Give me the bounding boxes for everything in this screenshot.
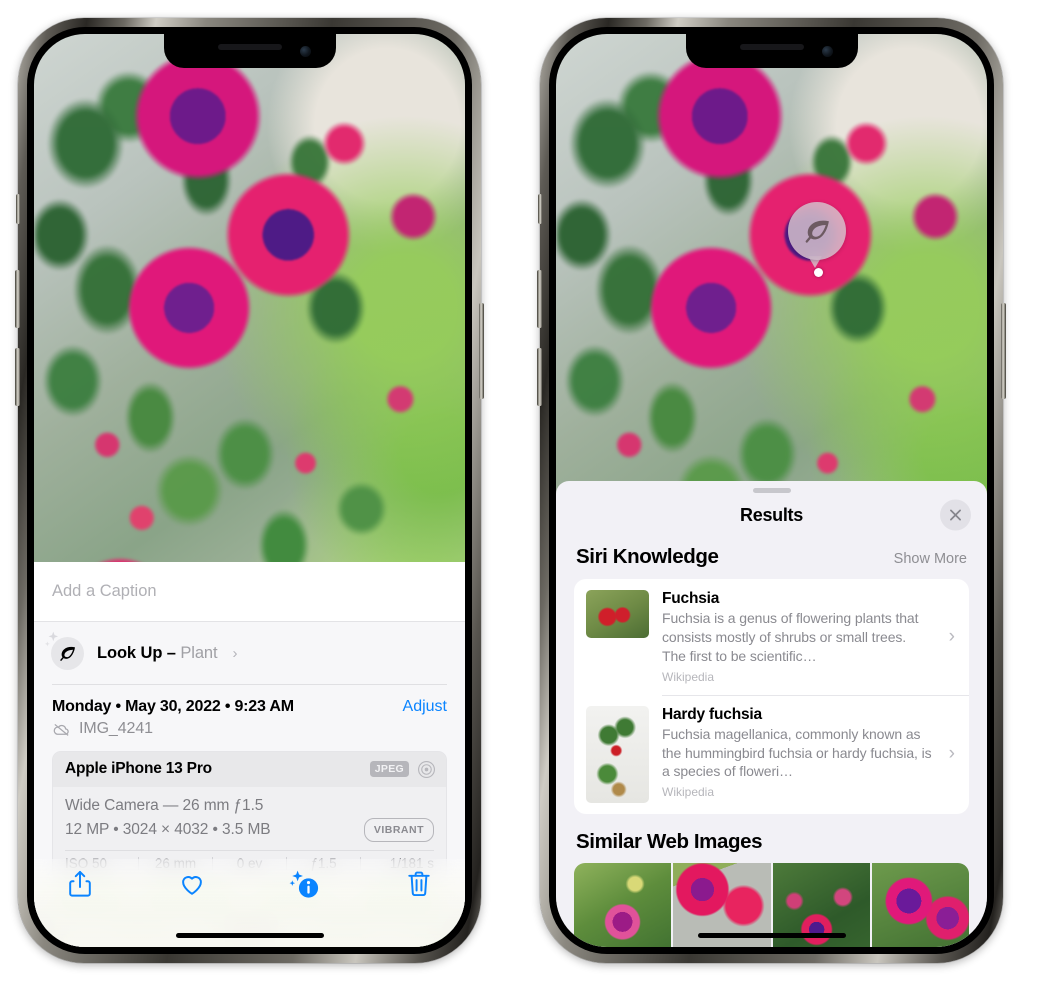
lens-line: Wide Camera — 26 mm ƒ1.5 [65,796,264,814]
caption-input-row[interactable]: Add a Caption [34,561,465,622]
look-up-label: Look Up – Plant [97,643,218,663]
target-icon [418,760,435,778]
toolbar-icons [34,859,465,900]
look-up-prefix: Look Up – [97,643,181,662]
format-badge: JPEG [369,761,409,778]
device-name: Apple iPhone 13 Pro [65,760,212,778]
chevron-right-icon: › [948,625,955,647]
date-row: Monday • May 30, 2022 • 9:23 AM Adjust [34,685,465,717]
knowledge-description: Fuchsia is a genus of flowering plants t… [662,610,919,664]
trash-icon[interactable] [405,869,433,899]
visual-lookup-anchor-dot [814,268,823,277]
screenshot-stage: Add a Caption Look Up – Plant › Monday •… [0,0,1055,985]
iphone-device-right: Results Siri Knowledge Show More Fuchsia… [537,18,1006,963]
filename-row: IMG_4241 [34,717,465,751]
front-camera-icon [299,46,311,57]
knowledge-body: Fuchsia Fuchsia is a genus of flowering … [662,590,932,684]
device-bezel-left: Add a Caption Look Up – Plant › Monday •… [27,27,472,954]
iphone-device-left: Add a Caption Look Up – Plant › Monday •… [15,18,484,963]
exif-header: Apple iPhone 13 Pro JPEG [53,751,446,787]
info-sparkle-glyph [289,870,319,898]
siri-knowledge-card: Fuchsia Fuchsia is a genus of flowering … [574,579,969,814]
similar-web-images-title: Similar Web Images [576,829,763,853]
device-bezel-right: Results Siri Knowledge Show More Fuchsia… [549,27,994,954]
chevron-right-icon: › [948,743,955,765]
icloud-slash-icon [53,723,69,736]
earpiece-speaker [217,44,282,50]
knowledge-source: Wikipedia [662,669,715,684]
exif-middle: Wide Camera — 26 mm ƒ1.5 12 MP • 3024 × … [53,787,446,851]
earpiece-speaker [739,44,804,50]
volume-down-button[interactable] [15,348,20,406]
knowledge-item-hardy-fuchsia[interactable]: Hardy fuchsia Fuchsia magellanica, commo… [574,694,969,814]
knowledge-description: Fuchsia magellanica, commonly known as t… [662,725,932,780]
side-power-button[interactable] [1001,303,1006,399]
knowledge-title: Fuchsia [662,590,720,607]
share-icon[interactable] [66,869,94,899]
web-image-thumbnail[interactable] [871,862,969,947]
siri-knowledge-header: Siri Knowledge Show More [556,537,987,579]
knowledge-title: Hardy fuchsia [662,705,762,723]
knowledge-source: Wikipedia [662,785,715,800]
screen-left: Add a Caption Look Up – Plant › Monday •… [34,34,465,947]
notch-right [685,34,858,68]
style-badge: VIBRANT [363,818,434,842]
visual-lookup-badge[interactable] [788,202,846,260]
results-title: Results [740,504,803,525]
volume-up-button[interactable] [15,270,20,328]
look-up-subject: Plant [180,643,218,662]
results-sheet: Results Siri Knowledge Show More Fuchsia… [556,481,987,947]
screen-right: Results Siri Knowledge Show More Fuchsia… [556,34,987,947]
close-button[interactable] [940,499,971,531]
chevron-right-icon: › [232,644,238,662]
volume-down-button[interactable] [537,348,542,406]
size-line-row: 12 MP • 3024 × 4032 • 3.5 MB VIBRANT [65,818,434,842]
close-icon [950,509,961,521]
siri-knowledge-title: Siri Knowledge [576,545,719,568]
info-sparkle-icon[interactable] [289,868,321,900]
silence-switch[interactable] [16,194,20,224]
exif-header-right: JPEG [369,760,436,779]
caption-input[interactable]: Add a Caption [52,582,157,601]
side-power-button[interactable] [479,303,484,399]
heart-icon[interactable] [178,869,206,899]
adjust-button[interactable]: Adjust [403,698,447,716]
silence-switch[interactable] [538,194,542,224]
volume-up-button[interactable] [537,270,542,328]
knowledge-thumbnail [586,590,649,638]
sparkle-icon [44,631,59,647]
knowledge-item-fuchsia[interactable]: Fuchsia Fuchsia is a genus of flowering … [574,579,969,695]
notch-left [163,34,336,68]
knowledge-thumbnail [586,705,649,803]
front-camera-icon [821,46,833,57]
look-up-row[interactable]: Look Up – Plant › [34,622,465,685]
similar-web-images-header: Similar Web Images [556,814,987,863]
show-more-button[interactable]: Show More [894,551,967,567]
web-image-thumbnail[interactable] [574,862,672,947]
photo-info-sheet: Add a Caption Look Up – Plant › Monday •… [34,561,465,947]
filename-label: IMG_4241 [79,720,153,738]
knowledge-body: Hardy fuchsia Fuchsia magellanica, commo… [662,706,932,803]
size-line: 12 MP • 3024 × 4032 • 3.5 MB [65,820,271,838]
capture-date: Monday • May 30, 2022 • 9:23 AM [52,697,294,715]
home-indicator-right[interactable] [697,933,846,938]
home-indicator-left[interactable] [175,933,324,938]
leaf-badge [44,631,84,670]
leaf-icon [805,220,829,243]
results-header: Results [556,493,987,537]
